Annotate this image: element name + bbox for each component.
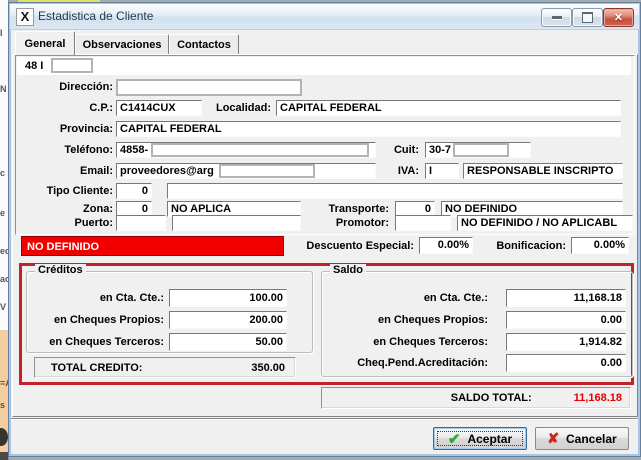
cuit-label: Cuit: (379, 142, 419, 158)
dialog-estadistica-de-cliente: X Estadistica de Cliente ✕ General Obser… (8, 2, 641, 457)
direccion-field[interactable] (116, 79, 302, 96)
direccion-label: Dirección: (13, 79, 113, 95)
price-list-banner: NO DEFINIDO (21, 236, 284, 256)
localidad-field[interactable]: CAPITAL FEDERAL (276, 100, 621, 116)
puerto-field[interactable] (116, 215, 166, 231)
credito-cta-cte-label: en Cta. Cte.: (29, 290, 164, 306)
provincia-field[interactable]: CAPITAL FEDERAL (116, 121, 621, 137)
provincia-label: Provincia: (13, 121, 113, 137)
descuento-field[interactable]: 0.00% (419, 237, 473, 254)
iva-code-field[interactable]: I (425, 163, 459, 179)
credito-cheques-terceros-label: en Cheques Terceros: (29, 334, 164, 350)
saldo-cheq-pend-label: Cheq.Pend.Acreditación: (329, 355, 488, 371)
tipo-cliente-label: Tipo Cliente: (13, 183, 113, 199)
minimize-button[interactable] (541, 8, 572, 27)
total-credito-box: TOTAL CREDITO: 350.00 (34, 357, 296, 378)
email-label: Email: (13, 163, 113, 179)
title-bar[interactable]: X Estadistica de Cliente ✕ (10, 4, 639, 30)
close-icon: ✕ (614, 11, 623, 24)
saldo-total-box: SALDO TOTAL: 11,168.18 (321, 387, 631, 409)
saldo-total-value: 11,168.18 (574, 390, 622, 406)
saldo-cta-cte-label: en Cta. Cte.: (329, 290, 488, 306)
close-button[interactable]: ✕ (603, 8, 634, 27)
saldo-cheques-terceros-label: en Cheques Terceros: (329, 334, 488, 350)
saldo-cta-cte-field[interactable]: 11,168.18 (506, 289, 626, 307)
credito-cheques-propios-label: en Cheques Propios: (29, 312, 164, 328)
client-name-redacted (51, 58, 93, 73)
saldo-total-label: SALDO TOTAL: (451, 390, 532, 406)
promotor-field[interactable] (395, 215, 451, 231)
email-redacted (219, 164, 315, 178)
maximize-icon (582, 12, 593, 23)
tab-general[interactable]: General (15, 31, 75, 56)
maximize-button[interactable] (572, 8, 603, 27)
puerto-label: Puerto: (13, 215, 113, 231)
promotor-label: Promotor: (309, 215, 389, 231)
credito-cheques-propios-field[interactable]: 200.00 (169, 311, 287, 329)
background-blob (0, 428, 8, 446)
tab-observaciones[interactable]: Observaciones (75, 34, 169, 55)
window-title: Estadistica de Cliente (38, 9, 153, 23)
saldo-group-title: Saldo (330, 264, 366, 276)
saldo-cheques-propios-field[interactable]: 0.00 (506, 311, 626, 329)
client-code: 48 I (25, 58, 43, 74)
descuento-label: Descuento Especial: (289, 238, 414, 254)
app-icon: X (16, 8, 34, 26)
client-code-row[interactable]: 48 I (17, 57, 631, 75)
localidad-label: Localidad: (199, 100, 271, 116)
focus-rect (437, 431, 523, 446)
credito-cheques-terceros-field[interactable]: 50.00 (169, 333, 287, 351)
iva-label: IVA: (379, 163, 419, 179)
telefono-redacted (151, 143, 369, 157)
footer-separator (11, 418, 638, 420)
creditos-group-title: Créditos (35, 264, 86, 276)
telefono-label: Teléfono: (13, 142, 113, 158)
tipo-cliente-desc-field[interactable] (167, 183, 623, 199)
total-credito-value: 350.00 (251, 360, 285, 376)
aceptar-button[interactable]: ✔ Aceptar (433, 427, 527, 450)
background-dark-edge (0, 452, 8, 460)
total-credito-label: TOTAL CREDITO: (51, 360, 142, 376)
saldo-cheq-pend-field[interactable]: 0.00 (506, 354, 626, 372)
cp-field[interactable]: C1414CUX (116, 100, 202, 116)
tab-contactos[interactable]: Contactos (169, 34, 239, 55)
saldo-cheques-terceros-field[interactable]: 1,914.82 (506, 333, 626, 351)
background-image-sliver: =A s (0, 330, 8, 460)
iva-desc-field[interactable]: RESPONSABLE INSCRIPTO (463, 163, 623, 179)
tipo-cliente-field[interactable]: 0 (116, 183, 152, 199)
bonificacion-field[interactable]: 0.00% (571, 237, 629, 254)
puerto-desc-field[interactable] (172, 215, 301, 231)
saldo-cheques-propios-label: en Cheques Propios: (329, 312, 488, 328)
bonificacion-label: Bonificacion: (479, 238, 566, 254)
cancelar-button[interactable]: ✘ Cancelar (535, 427, 629, 450)
credito-cta-cte-field[interactable]: 100.00 (169, 289, 287, 307)
cross-icon: ✘ (547, 430, 559, 447)
cancelar-label: Cancelar (566, 432, 617, 446)
cp-label: C.P.: (13, 100, 113, 116)
promotor-desc-field[interactable]: NO DEFINIDO / NO APLICABL (457, 215, 633, 231)
cuit-redacted (453, 143, 509, 157)
minimize-icon (552, 16, 562, 20)
